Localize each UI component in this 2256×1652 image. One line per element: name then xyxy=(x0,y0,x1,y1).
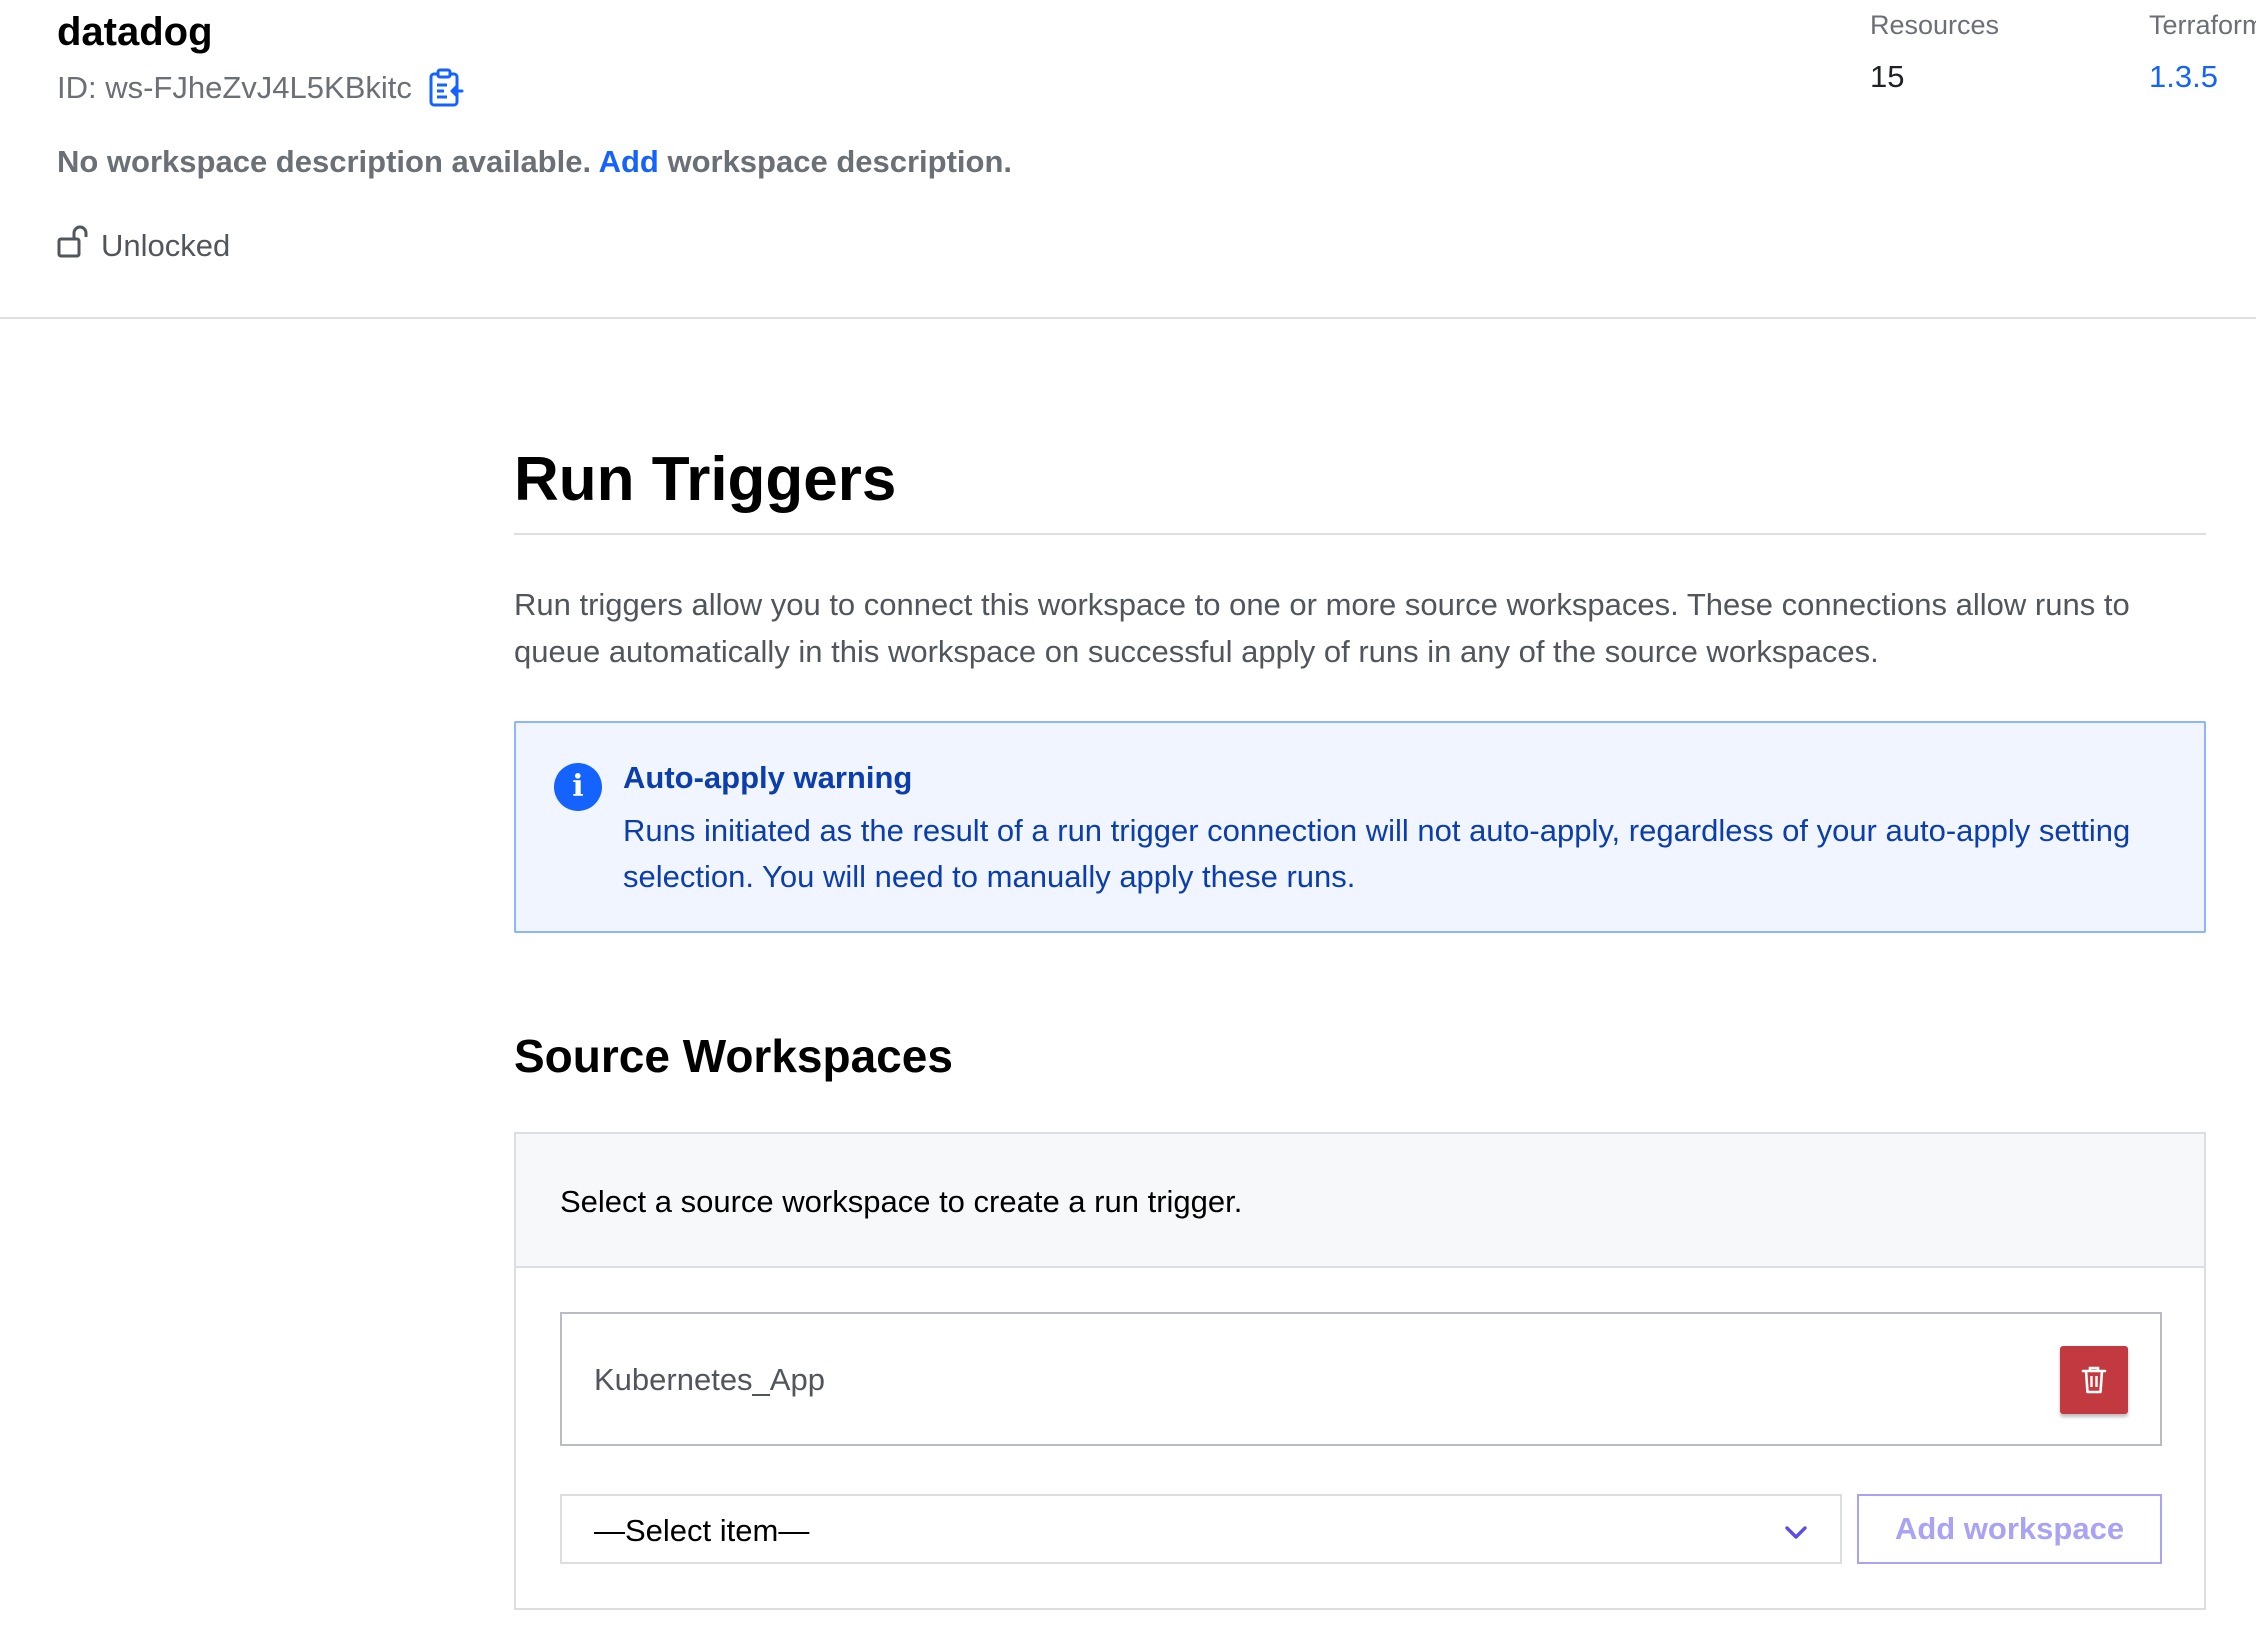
source-workspace-name: Kubernetes_App xyxy=(594,1362,825,1397)
description-suffix: workspace description. xyxy=(667,144,1013,179)
delete-source-workspace-button[interactable] xyxy=(2060,1346,2128,1414)
lock-status: Unlocked xyxy=(57,225,231,264)
info-icon: i xyxy=(554,763,602,811)
resources-label: Resources xyxy=(1870,10,2000,40)
trash-icon xyxy=(2081,1366,2107,1394)
workspace-description: No workspace description available. Add … xyxy=(57,144,1012,180)
workspace-id-text: ID: ws-FJheZvJ4L5KBkitc xyxy=(57,70,412,105)
description-prefix: No workspace description available. xyxy=(57,144,592,179)
source-workspace-row: Kubernetes_App xyxy=(560,1312,2162,1446)
warning-title: Auto-apply warning xyxy=(623,760,913,795)
terraform-version-link[interactable]: 1.3.5 xyxy=(2149,59,2256,95)
add-description-link[interactable]: Add xyxy=(599,144,659,179)
clipboard-copy-icon[interactable] xyxy=(428,68,464,108)
terraform-label: Terraform xyxy=(2149,10,2256,40)
resources-count: 15 xyxy=(1870,59,1905,94)
workspace-id: ID: ws-FJheZvJ4L5KBkitc xyxy=(57,68,464,108)
panel-instruction: Select a source workspace to create a ru… xyxy=(560,1184,1243,1219)
select-placeholder: —Select item— xyxy=(594,1513,810,1548)
source-workspaces-panel-header: Select a source workspace to create a ru… xyxy=(516,1134,2204,1268)
resources-stat: Resources 15 xyxy=(1870,10,1999,95)
source-workspaces-panel: Select a source workspace to create a ru… xyxy=(514,1132,2206,1610)
unlocked-icon xyxy=(57,224,89,260)
lock-status-text: Unlocked xyxy=(101,228,231,263)
workspace-name: datadog xyxy=(57,10,213,54)
source-workspace-select[interactable]: —Select item— xyxy=(560,1494,1842,1564)
source-workspaces-title: Source Workspaces xyxy=(514,1030,953,1082)
terraform-stat: Terraform 1.3.5 xyxy=(2149,10,2256,95)
auto-apply-warning: i Auto-apply warning Runs initiated as t… xyxy=(514,721,2206,933)
title-divider xyxy=(514,533,2206,535)
chevron-down-icon xyxy=(1782,1520,1810,1544)
run-triggers-intro: Run triggers allow you to connect this w… xyxy=(514,587,2130,669)
warning-body: Runs initiated as the result of a run tr… xyxy=(623,813,2131,894)
add-workspace-button[interactable]: Add workspace xyxy=(1857,1494,2162,1564)
page-title: Run Triggers xyxy=(514,445,897,514)
workspace-header: datadog ID: ws-FJheZvJ4L5KBkitc No works… xyxy=(0,0,2256,319)
